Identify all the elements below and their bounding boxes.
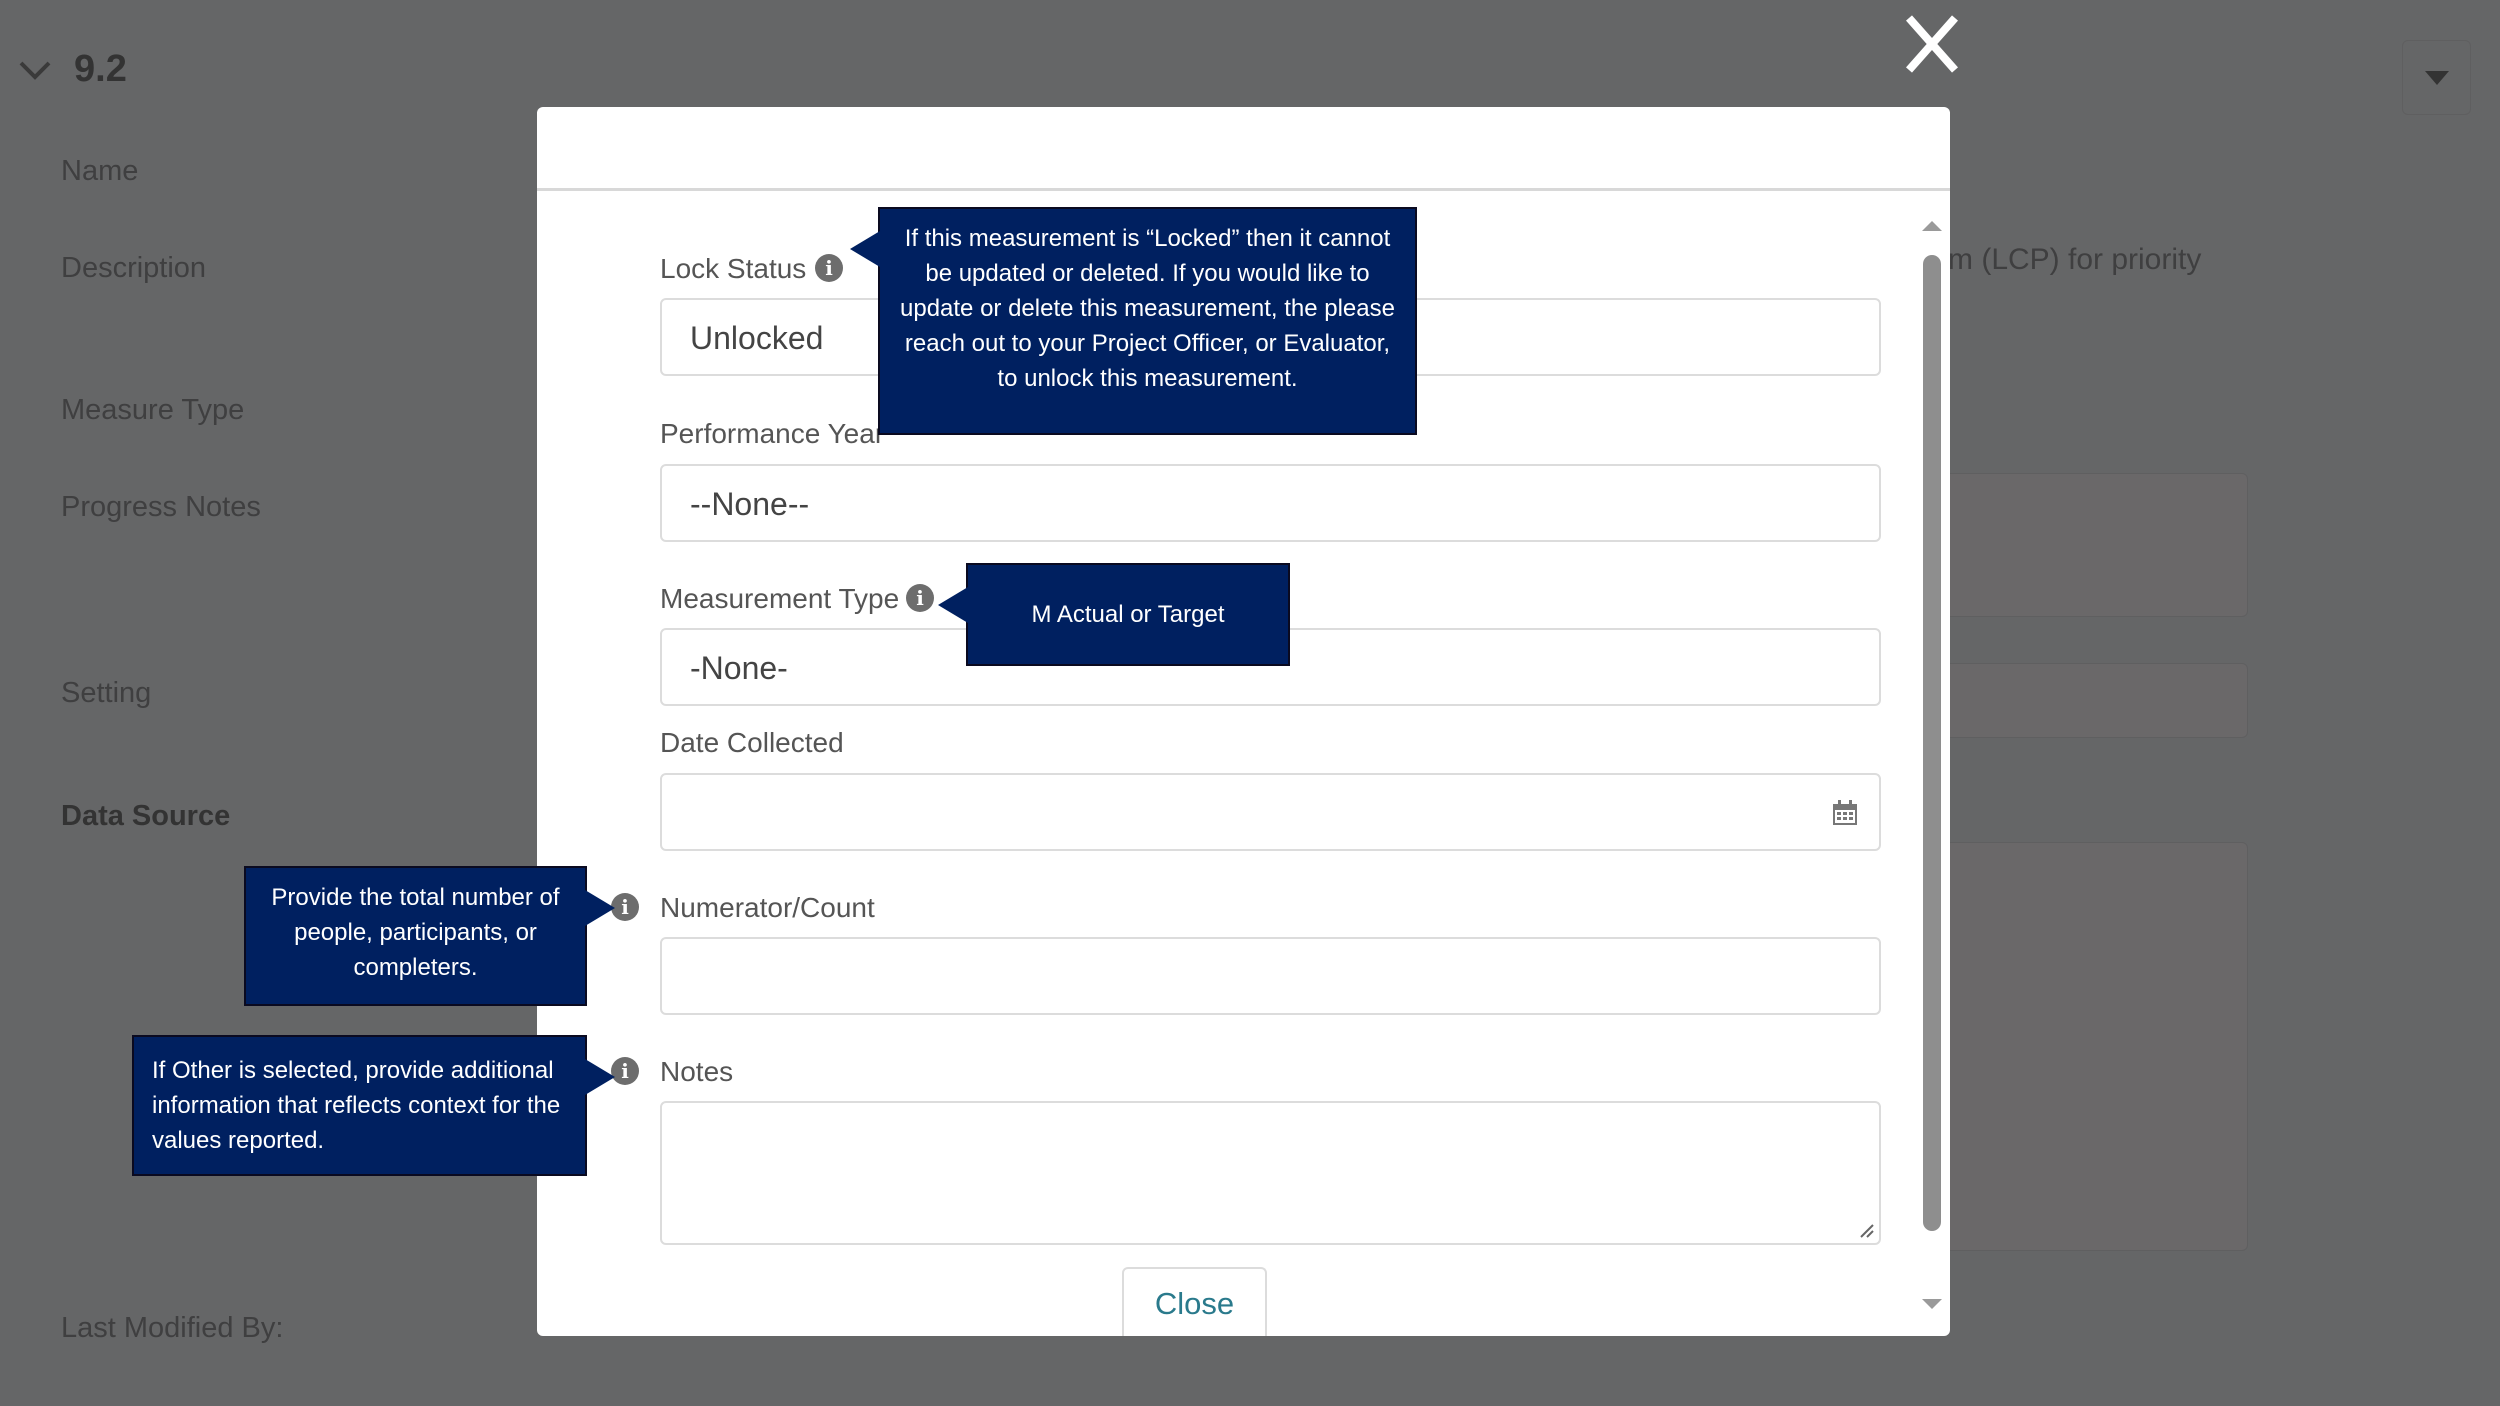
caret-down-icon bbox=[2425, 71, 2449, 85]
scroll-up-icon[interactable] bbox=[1920, 217, 1944, 233]
resize-handle-icon[interactable] bbox=[1859, 1223, 1875, 1239]
info-icon[interactable]: i bbox=[906, 584, 934, 612]
numerator-input[interactable] bbox=[660, 937, 1881, 1015]
progress-notes-label: Progress Notes bbox=[61, 491, 261, 523]
name-label: Name bbox=[61, 155, 139, 187]
measure-type-label: Measure Type bbox=[61, 394, 245, 426]
tooltip-text: If Other is selected, provide additional… bbox=[152, 1057, 561, 1154]
lock-status-label: Lock Status bbox=[660, 253, 807, 284]
date-collected-input[interactable] bbox=[660, 773, 1881, 851]
measurement-type-tooltip: M Actual or Target bbox=[938, 563, 1290, 666]
scroll-down-icon[interactable] bbox=[1920, 1297, 1944, 1313]
tooltip-text: M Actual or Target bbox=[1031, 601, 1225, 628]
notes-tooltip: If Other is selected, provide additional… bbox=[132, 1035, 615, 1176]
close-button[interactable]: Close bbox=[1122, 1267, 1267, 1336]
measurement-type-label: Measurement Type bbox=[660, 583, 900, 614]
info-icon[interactable]: i bbox=[611, 1057, 639, 1085]
last-modified-label: Last Modified By: bbox=[61, 1312, 284, 1344]
calendar-icon[interactable] bbox=[1831, 799, 1859, 827]
lock-status-tooltip: If this measurement is “Locked” then it … bbox=[850, 207, 1417, 435]
notes-textarea[interactable] bbox=[660, 1101, 1881, 1245]
data-source-box[interactable] bbox=[1900, 842, 2248, 1251]
numerator-tooltip: Provide the total number of people, part… bbox=[244, 866, 615, 1006]
numerator-label: Numerator/Count bbox=[660, 892, 875, 923]
tooltip-text: If this measurement is “Locked” then it … bbox=[900, 225, 1395, 392]
date-collected-label: Date Collected bbox=[660, 727, 844, 758]
section-title: 9.2 bbox=[74, 48, 127, 90]
scrollbar-thumb[interactable] bbox=[1923, 255, 1941, 1231]
setting-input[interactable] bbox=[1900, 663, 2248, 738]
performance-year-select[interactable]: --None-- bbox=[660, 464, 1881, 542]
close-modal-icon[interactable] bbox=[1905, 14, 1959, 74]
tooltip-text: Provide the total number of people, part… bbox=[271, 884, 560, 981]
section-toggle[interactable]: 9.2 bbox=[18, 48, 127, 91]
actions-dropdown-button[interactable] bbox=[2402, 40, 2471, 115]
setting-label: Setting bbox=[61, 677, 152, 709]
performance-year-label: Performance Year bbox=[660, 418, 885, 449]
chevron-down-icon bbox=[19, 61, 51, 80]
data-source-label: Data Source bbox=[61, 800, 231, 832]
info-icon[interactable]: i bbox=[815, 254, 843, 282]
description-text: m (LCP) for priority bbox=[1948, 243, 2202, 276]
modal-header bbox=[537, 107, 1950, 191]
progress-notes-textarea[interactable] bbox=[1900, 473, 2248, 617]
notes-label: Notes bbox=[660, 1056, 734, 1087]
info-icon[interactable]: i bbox=[611, 893, 639, 921]
description-label: Description bbox=[61, 252, 207, 284]
scrollbar[interactable] bbox=[1920, 217, 1944, 1317]
